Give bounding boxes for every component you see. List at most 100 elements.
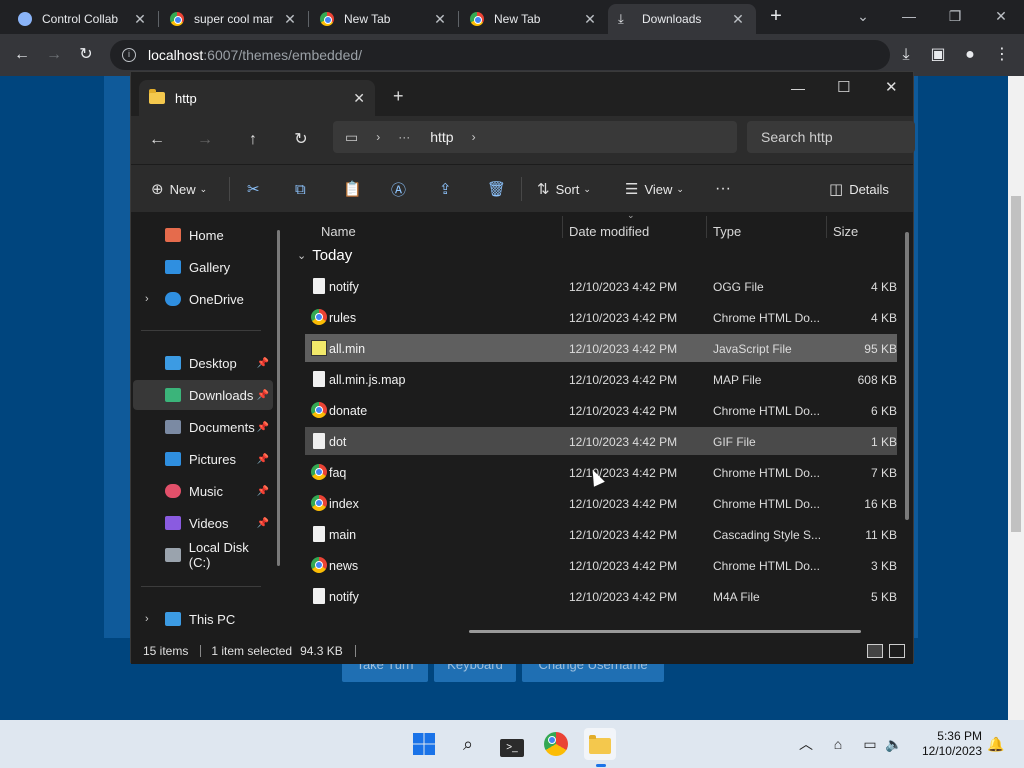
new-explorer-tab-icon[interactable]: + <box>393 86 404 107</box>
file-row[interactable]: rules 12/10/2023 4:42 PM Chrome HTML Do...… <box>305 303 897 331</box>
up-icon[interactable]: ↑ <box>243 130 263 150</box>
chrome-html-file-icon <box>311 464 327 480</box>
column-divider[interactable] <box>706 216 707 238</box>
clock[interactable]: 5:36 PM 12/10/2023 <box>912 729 982 759</box>
restore-icon[interactable]: ❐ <box>932 4 978 28</box>
chevron-right-icon[interactable]: › <box>145 293 149 305</box>
reload-icon[interactable]: ↻ <box>76 45 96 65</box>
chevron-right-icon[interactable]: › <box>145 613 149 625</box>
tab-search-icon[interactable]: ⌄ <box>840 4 886 28</box>
search-icon[interactable]: ⌕ <box>452 728 484 760</box>
browser-tab-4[interactable]: ⤓ Downloads ✕ <box>608 4 756 34</box>
terminal-icon[interactable]: >_ <box>496 728 528 760</box>
sidebar-item-home[interactable]: Home <box>133 220 273 250</box>
sidebar-item-onedrive[interactable]: › OneDrive <box>133 284 273 314</box>
close-window-icon[interactable]: ✕ <box>978 4 1024 28</box>
sidebar-item-downloads[interactable]: Downloads 📌 <box>133 380 273 410</box>
file-explorer-taskbar-icon[interactable] <box>584 728 616 760</box>
network-icon[interactable]: ⌂ <box>828 734 848 754</box>
sidebar-item-documents[interactable]: Documents 📌 <box>133 412 273 442</box>
file-row[interactable]: all.min 12/10/2023 4:42 PM JavaScript File… <box>305 334 897 362</box>
column-header-size[interactable]: Size <box>833 224 858 239</box>
chevron-up-icon[interactable]: ︿ <box>796 734 816 754</box>
download-icon[interactable]: ⤓ <box>896 45 916 65</box>
column-divider[interactable] <box>826 216 827 238</box>
forward-icon[interactable]: → <box>44 45 64 65</box>
more-locations-icon[interactable]: ··· <box>398 130 410 144</box>
group-header-today[interactable]: ⌄ Today <box>297 247 352 264</box>
column-header-type[interactable]: Type <box>713 224 741 239</box>
browser-tab-2[interactable]: New Tab ✕ <box>310 4 458 34</box>
delete-button[interactable]: 🗑 <box>487 179 512 199</box>
explorer-address-bar[interactable]: ▭ › ··· http › <box>333 121 737 153</box>
minimize-icon[interactable]: — <box>886 4 932 28</box>
sidebar-item-videos[interactable]: Videos 📌 <box>133 508 273 538</box>
new-tab-button[interactable]: + <box>766 6 786 26</box>
file-row[interactable]: news 12/10/2023 4:42 PM Chrome HTML Do... 3… <box>305 551 897 579</box>
copy-button[interactable]: ⧉ <box>295 179 312 199</box>
file-row[interactable]: all.min.js.map 12/10/2023 4:42 PM MAP File… <box>305 365 897 393</box>
column-header-name[interactable]: Name <box>321 224 356 239</box>
back-icon[interactable]: ← <box>12 45 32 65</box>
file-row[interactable]: notify 12/10/2023 4:42 PM OGG File 4 KB <box>305 272 897 300</box>
sidebar-item-pictures[interactable]: Pictures 📌 <box>133 444 273 474</box>
maximize-icon[interactable]: ☐ <box>837 78 850 96</box>
sidebar-scrollbar[interactable] <box>277 230 280 566</box>
sidebar-item-music[interactable]: Music 📌 <box>133 476 273 506</box>
details-view-icon[interactable] <box>867 644 883 658</box>
more-options-icon[interactable]: ··· <box>715 179 731 199</box>
file-list-scrollbar[interactable] <box>905 232 909 520</box>
start-icon[interactable] <box>408 728 440 760</box>
explorer-tab[interactable]: http ✕ <box>139 80 375 116</box>
details-button[interactable]: ◫ Details <box>829 179 889 199</box>
chrome-icon[interactable] <box>540 728 572 760</box>
file-row[interactable]: notify 12/10/2023 4:42 PM M4A File 5 KB <box>305 582 897 610</box>
rename-button[interactable]: Ⓐ <box>391 179 412 199</box>
column-divider[interactable] <box>562 216 563 238</box>
back-icon[interactable]: ← <box>147 130 167 150</box>
paste-button[interactable]: 📋 <box>343 179 368 199</box>
display-icon[interactable]: ▭ <box>860 734 880 754</box>
volume-icon[interactable]: 🔈 <box>884 734 904 754</box>
close-tab-icon[interactable]: ✕ <box>432 11 448 28</box>
browser-tab-1[interactable]: super cool mar ✕ <box>160 4 308 34</box>
file-row[interactable]: main 12/10/2023 4:42 PM Cascading Style S.… <box>305 520 897 548</box>
search-input[interactable]: Search http <box>747 121 915 153</box>
browser-tab-0[interactable]: Control Collab ✕ <box>8 4 158 34</box>
address-bar[interactable]: i localhost:6007/themes/embedded/ <box>110 40 890 70</box>
close-tab-icon[interactable]: ✕ <box>353 90 365 107</box>
sidebar-item-this-pc[interactable]: › This PC <box>133 604 273 634</box>
sidebar-item-local-disk[interactable]: Local Disk (C:) <box>133 540 273 570</box>
menu-icon[interactable]: ⋮ <box>992 45 1012 65</box>
minimize-icon[interactable]: — <box>791 80 805 96</box>
file-row[interactable]: index 12/10/2023 4:42 PM Chrome HTML Do...… <box>305 489 897 517</box>
page-scrollbar-thumb[interactable] <box>1011 196 1021 532</box>
cut-button[interactable]: ✂ <box>247 179 266 199</box>
share-button[interactable]: ⇪ <box>439 179 458 199</box>
new-button[interactable]: ⊕ New ⌄ <box>151 179 207 199</box>
close-tab-icon[interactable]: ✕ <box>132 11 148 28</box>
chevron-right-icon[interactable]: › <box>376 130 380 144</box>
sidebar-item-gallery[interactable]: Gallery <box>133 252 273 282</box>
breadcrumb-http[interactable]: http <box>430 129 453 145</box>
close-tab-icon[interactable]: ✕ <box>730 11 746 28</box>
view-button[interactable]: ☰ View ⌄ <box>625 179 684 199</box>
site-info-icon[interactable]: i <box>122 48 136 62</box>
profile-icon[interactable]: ● <box>960 45 980 65</box>
refresh-icon[interactable]: ↻ <box>291 130 311 150</box>
tiles-view-icon[interactable] <box>889 644 905 658</box>
side-panel-icon[interactable]: ▣ <box>928 45 948 65</box>
horizontal-scrollbar[interactable] <box>469 630 861 633</box>
column-header-date[interactable]: Date modified <box>569 224 649 239</box>
close-tab-icon[interactable]: ✕ <box>282 11 298 28</box>
close-window-icon[interactable]: ✕ <box>885 78 898 96</box>
sidebar-item-desktop[interactable]: Desktop 📌 <box>133 348 273 378</box>
notifications-bell-icon[interactable]: 🔔 <box>986 734 1006 754</box>
chevron-right-icon[interactable]: › <box>472 130 476 144</box>
file-row[interactable]: dot 12/10/2023 4:42 PM GIF File 1 KB <box>305 427 897 455</box>
sort-button[interactable]: ⇅ Sort ⌄ <box>537 179 591 199</box>
forward-icon[interactable]: → <box>195 130 215 150</box>
close-tab-icon[interactable]: ✕ <box>582 11 598 28</box>
file-row[interactable]: donate 12/10/2023 4:42 PM Chrome HTML Do..… <box>305 396 897 424</box>
browser-tab-3[interactable]: New Tab ✕ <box>460 4 608 34</box>
